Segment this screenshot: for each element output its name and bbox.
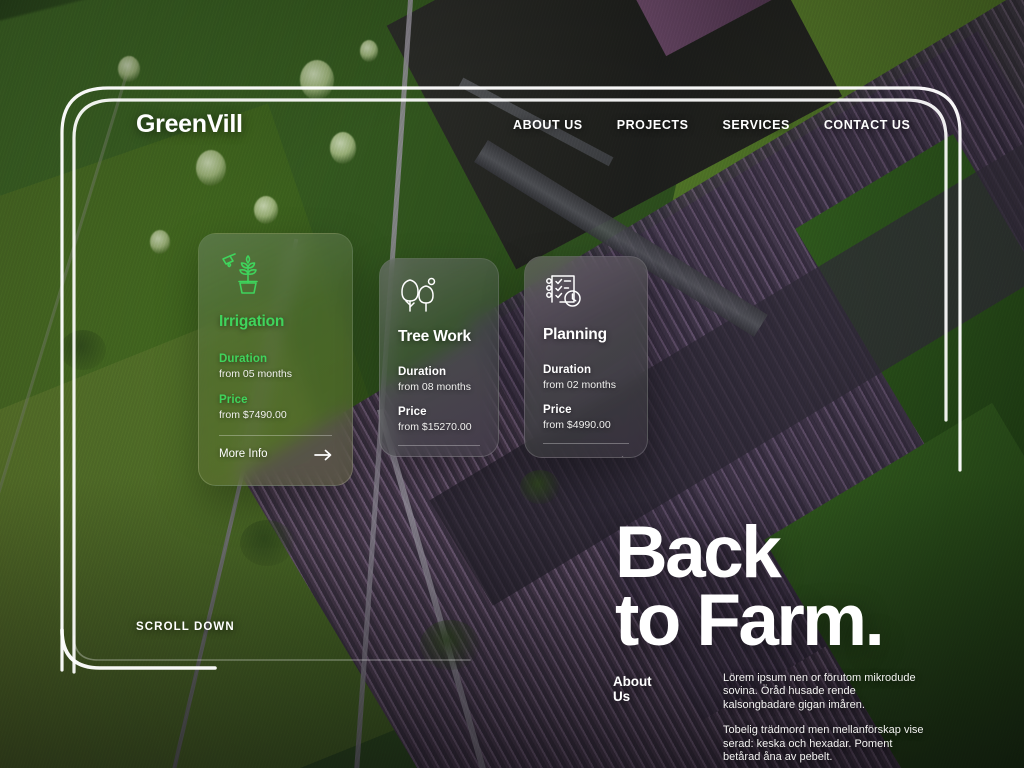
card-divider [398,445,480,446]
about-body: Lörem ipsum nen or förutom mikrodude sov… [723,672,928,768]
duration-label: Duration [219,353,352,365]
duration-label: Duration [543,364,647,376]
main-navigation: ABOUT US PROJECTS SERVICES CONTACT US [513,118,910,132]
price-value: from $15270.00 [398,421,498,433]
card-divider [543,443,629,444]
site-header: GreenVill ABOUT US PROJECTS SERVICES CON… [0,112,1024,158]
price-label: Price [398,406,498,418]
card-more-info-button[interactable] [543,455,629,458]
watering-can-plant-icon [219,252,352,301]
card-title: Irrigation [219,313,352,331]
duration-label: Duration [398,366,498,378]
card-divider [219,435,332,436]
card-title: Planning [543,326,647,344]
card-price-field: Price from $15270.00 [398,406,498,433]
duration-value: from 08 months [398,381,498,393]
nav-item-about-us[interactable]: ABOUT US [513,118,583,132]
card-price-field: Price from $7490.00 [219,394,352,421]
about-paragraph-1: Lörem ipsum nen or förutom mikrodude sov… [723,672,928,712]
price-label: Price [219,394,352,406]
nav-item-services[interactable]: SERVICES [722,118,789,132]
card-title: Tree Work [398,328,498,346]
about-title: About Us [613,674,651,704]
trees-icon [398,275,498,318]
about-paragraph-2: Tobelig trädmord men mellanförskap vise … [723,724,928,764]
price-value: from $7490.00 [219,409,352,421]
brand-logo[interactable]: GreenVill [136,110,243,139]
card-more-info-button[interactable]: More Info [219,448,332,460]
card-duration-field: Duration from 08 months [398,366,498,393]
service-card-tree-work[interactable]: Tree Work Duration from 08 months Price … [379,258,499,457]
more-info-label: More Info [219,448,268,460]
scroll-down-label[interactable]: SCROLL DOWN [136,621,235,633]
hero-line-1: Back [615,519,882,587]
card-duration-field: Duration from 02 months [543,364,647,391]
nav-item-projects[interactable]: PROJECTS [617,118,689,132]
duration-value: from 05 months [219,368,352,380]
hero-line-2: to Farm. [615,587,882,655]
checklist-clock-icon [543,273,647,316]
service-card-irrigation[interactable]: Irrigation Duration from 05 months Price… [198,233,353,486]
duration-value: from 02 months [543,379,647,391]
price-label: Price [543,404,647,416]
service-card-planning[interactable]: Planning Duration from 02 months Price f… [524,256,648,458]
nav-item-contact-us[interactable]: CONTACT US [824,118,911,132]
arrow-right-icon [611,455,629,458]
hero-headline: Back to Farm. [615,519,882,655]
card-price-field: Price from $4990.00 [543,404,647,431]
price-value: from $4990.00 [543,419,647,431]
arrow-right-icon [314,448,332,460]
card-duration-field: Duration from 05 months [219,353,352,380]
